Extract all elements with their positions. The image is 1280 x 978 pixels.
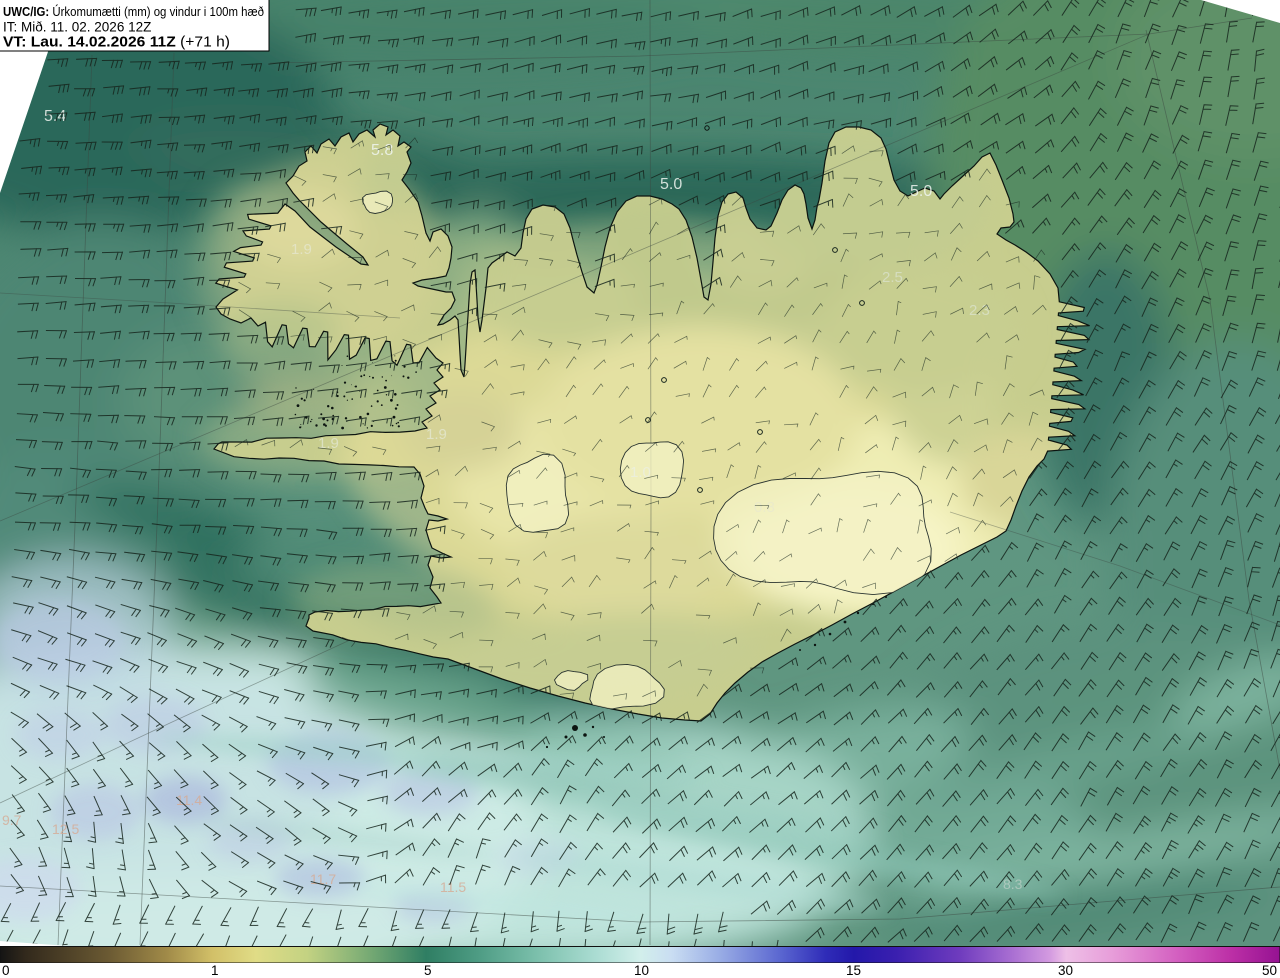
svg-text:5.0: 5.0 <box>910 183 932 200</box>
svg-text:30: 30 <box>1058 963 1073 978</box>
svg-text:1.9: 1.9 <box>426 426 447 443</box>
svg-text:5: 5 <box>424 963 432 978</box>
svg-text:15: 15 <box>846 963 861 978</box>
svg-text:1.9: 1.9 <box>318 435 339 452</box>
svg-text:IT: Mið. 11. 02. 2026 12Z: IT: Mið. 11. 02. 2026 12Z <box>3 20 151 35</box>
svg-text:UWC/IG: Úrkomumætti (mm) og vi: UWC/IG: Úrkomumætti (mm) og vindur i 100… <box>3 4 264 19</box>
svg-text:50: 50 <box>1262 963 1277 978</box>
svg-text:10: 10 <box>634 963 649 978</box>
svg-text:1: 1 <box>211 963 219 978</box>
svg-text:9.7: 9.7 <box>2 812 22 828</box>
svg-text:11.5: 11.5 <box>440 879 466 895</box>
svg-text:5.8: 5.8 <box>371 142 393 159</box>
svg-text:5.4: 5.4 <box>44 108 66 125</box>
svg-text:1.9: 1.9 <box>291 241 312 258</box>
svg-text:12.5: 12.5 <box>52 821 79 837</box>
svg-text:0: 0 <box>2 963 10 978</box>
svg-text:8.3: 8.3 <box>1003 876 1023 892</box>
svg-text:0.8: 0.8 <box>754 499 775 516</box>
svg-text:1.0: 1.0 <box>630 464 651 481</box>
svg-text:2.5: 2.5 <box>882 269 903 286</box>
svg-text:VT: Lau. 14.02.2026 11Z (+71 h: VT: Lau. 14.02.2026 11Z (+71 h) <box>3 35 230 51</box>
